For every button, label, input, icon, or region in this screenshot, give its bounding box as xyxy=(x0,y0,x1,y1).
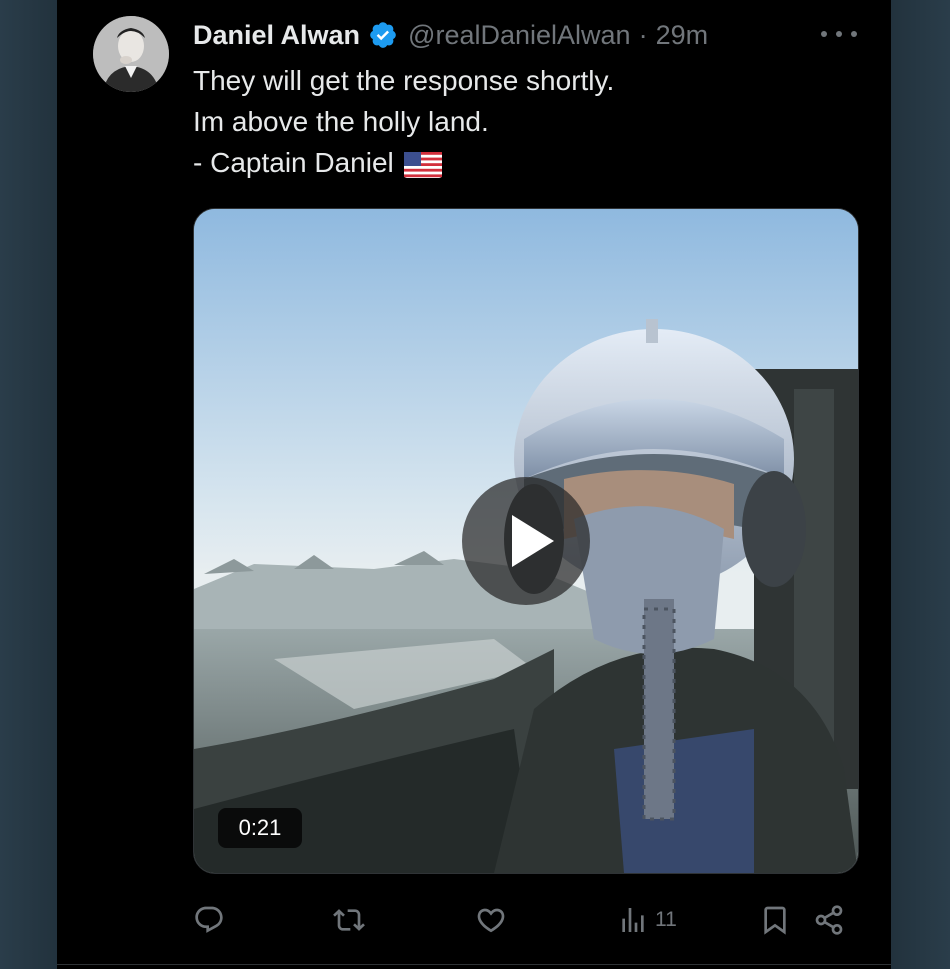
video-duration-badge: 0:21 xyxy=(218,808,302,848)
timestamp[interactable]: 29m xyxy=(656,20,709,51)
video-player[interactable]: 0:21 xyxy=(193,208,859,874)
retweet-icon xyxy=(333,909,365,931)
tweet-text-line: - Captain Daniel xyxy=(193,147,394,178)
tweet-actions-bar: 11 xyxy=(193,895,857,945)
author-name[interactable]: Daniel Alwan xyxy=(193,20,360,51)
heart-icon xyxy=(477,908,505,933)
us-flag-icon xyxy=(403,151,442,178)
page-frame-right xyxy=(891,0,950,969)
tweet-text-line-signature: - Captain Daniel xyxy=(193,142,833,183)
author-handle[interactable]: @realDanielAlwan xyxy=(408,20,631,51)
views-count: 11 xyxy=(655,908,677,931)
more-options-button[interactable] xyxy=(821,24,857,44)
profile-photo-icon xyxy=(93,16,169,92)
tweet-text: They will get the response shortly. Im a… xyxy=(193,60,833,183)
play-icon xyxy=(512,515,554,567)
views-button[interactable]: 11 xyxy=(617,895,677,945)
tweet-text-line: They will get the response shortly. xyxy=(193,65,615,96)
separator-dot: · xyxy=(638,19,648,50)
like-button[interactable] xyxy=(475,895,507,945)
play-button[interactable] xyxy=(462,477,590,605)
reply-icon xyxy=(195,906,223,933)
analytics-icon xyxy=(622,908,644,932)
bookmark-icon xyxy=(764,906,786,935)
tweet-text-line: Im above the holly land. xyxy=(193,106,489,137)
bookmark-button[interactable] xyxy=(759,895,791,945)
tweet-header: Daniel Alwan @realDanielAlwan · 29m xyxy=(193,18,708,52)
avatar[interactable] xyxy=(93,16,169,92)
verified-badge-icon xyxy=(370,22,396,48)
share-icon xyxy=(815,905,843,935)
ellipsis-icon xyxy=(821,31,827,37)
share-button[interactable] xyxy=(813,895,845,945)
page-frame-left xyxy=(0,0,57,969)
divider xyxy=(57,964,891,965)
reply-button[interactable] xyxy=(193,895,225,945)
tweet-card[interactable]: Daniel Alwan @realDanielAlwan · 29m They… xyxy=(57,0,891,969)
retweet-button[interactable] xyxy=(333,895,365,945)
